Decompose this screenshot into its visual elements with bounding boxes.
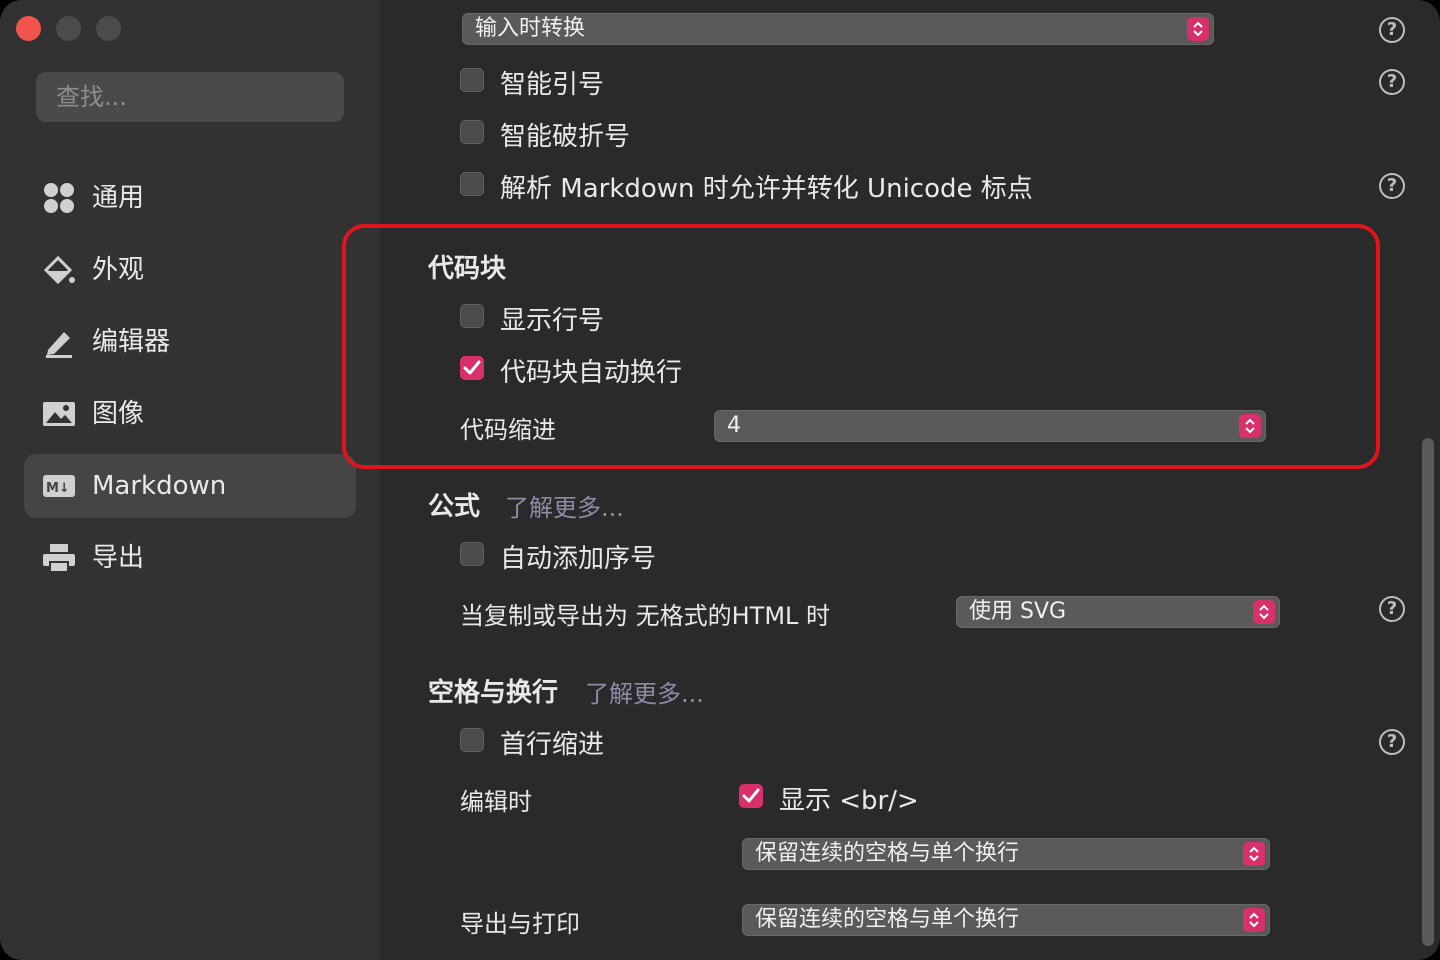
stepper-arrows-icon bbox=[1253, 600, 1275, 624]
auto-numbering-checkbox[interactable] bbox=[460, 542, 484, 566]
select-value: 保留连续的空格与单个换行 bbox=[755, 907, 1020, 932]
printer-icon bbox=[43, 544, 75, 573]
markdown-icon: M↓ bbox=[43, 475, 75, 497]
zoom-window-button[interactable] bbox=[96, 16, 121, 41]
sidebar-item-label: 外观 bbox=[92, 255, 145, 285]
sidebar-item-label: 编辑器 bbox=[92, 327, 171, 357]
vertical-scrollbar[interactable] bbox=[1422, 438, 1434, 946]
sidebar-item-label: 通用 bbox=[92, 183, 145, 213]
sidebar-item-editor[interactable]: 编辑器 bbox=[24, 310, 356, 374]
help-icon[interactable]: ? bbox=[1379, 17, 1405, 43]
export-whitespace-select[interactable]: 保留连续的空格与单个换行 bbox=[742, 904, 1270, 936]
smart-quotes-label: 智能引号 bbox=[500, 70, 605, 100]
whitespace-heading: 空格与换行 bbox=[428, 678, 559, 708]
sidebar-item-label: 图像 bbox=[92, 399, 145, 429]
unicode-punctuation-label: 解析 Markdown 时允许并转化 Unicode 标点 bbox=[500, 174, 1033, 204]
select-value: 使用 SVG bbox=[969, 599, 1067, 624]
editing-label: 编辑时 bbox=[460, 788, 532, 816]
image-icon bbox=[43, 402, 75, 426]
help-icon[interactable]: ? bbox=[1379, 69, 1405, 95]
code-block-highlight-box bbox=[342, 224, 1380, 469]
close-window-button[interactable] bbox=[16, 16, 41, 41]
editing-whitespace-select[interactable]: 保留连续的空格与单个换行 bbox=[742, 838, 1270, 870]
math-heading: 公式 bbox=[428, 492, 481, 522]
sidebar-item-label: 导出 bbox=[92, 543, 145, 573]
select-value: 保留连续的空格与单个换行 bbox=[755, 841, 1020, 866]
sidebar-item-appearance[interactable]: 外观 bbox=[24, 238, 356, 302]
select-value: 输入时转换 bbox=[475, 16, 586, 41]
math-export-format-select[interactable]: 使用 SVG bbox=[956, 596, 1280, 628]
help-icon[interactable]: ? bbox=[1379, 173, 1405, 199]
sidebar-item-general[interactable]: 通用 bbox=[24, 166, 356, 230]
first-line-indent-label: 首行缩进 bbox=[500, 730, 605, 760]
preferences-window: 查找... 通用 外观 编辑器 图像 M↓ Markdown 导出 输入时转换 … bbox=[0, 0, 1440, 960]
auto-numbering-label: 自动添加序号 bbox=[500, 544, 657, 574]
smart-dashes-label: 智能破折号 bbox=[500, 122, 631, 152]
export-print-label: 导出与打印 bbox=[460, 910, 580, 938]
search-input[interactable]: 查找... bbox=[36, 72, 344, 122]
stepper-arrows-icon bbox=[1243, 842, 1265, 866]
smart-dashes-checkbox[interactable] bbox=[460, 120, 484, 144]
math-learn-more-link[interactable]: 了解更多... bbox=[505, 488, 624, 523]
four-circles-icon bbox=[44, 183, 74, 213]
sidebar-item-export[interactable]: 导出 bbox=[24, 526, 356, 590]
minimize-window-button[interactable] bbox=[56, 16, 81, 41]
checkmark-icon bbox=[742, 788, 760, 803]
markdown-conversion-select[interactable]: 输入时转换 bbox=[462, 13, 1214, 45]
smart-quotes-checkbox[interactable] bbox=[460, 68, 484, 92]
svg-text:M↓: M↓ bbox=[46, 481, 70, 496]
sidebar-item-markdown[interactable]: M↓ Markdown bbox=[24, 454, 356, 518]
stepper-arrows-icon bbox=[1243, 908, 1265, 932]
show-br-label: 显示 <br/> bbox=[779, 786, 919, 816]
sidebar: 查找... 通用 外观 编辑器 图像 M↓ Markdown 导出 bbox=[0, 0, 380, 960]
sidebar-item-label: Markdown bbox=[92, 471, 227, 501]
show-br-checkbox[interactable] bbox=[739, 784, 763, 808]
stepper-arrows-icon bbox=[1187, 17, 1209, 41]
paint-bucket-icon bbox=[43, 255, 75, 285]
whitespace-learn-more-link[interactable]: 了解更多... bbox=[585, 674, 704, 709]
pen-icon bbox=[46, 332, 72, 358]
help-icon[interactable]: ? bbox=[1379, 729, 1405, 755]
first-line-indent-checkbox[interactable] bbox=[460, 728, 484, 752]
unicode-punctuation-checkbox[interactable] bbox=[460, 172, 484, 196]
copy-export-label: 当复制或导出为 无格式的HTML 时 bbox=[460, 602, 831, 630]
help-icon[interactable]: ? bbox=[1379, 596, 1405, 622]
sidebar-item-image[interactable]: 图像 bbox=[24, 382, 356, 446]
